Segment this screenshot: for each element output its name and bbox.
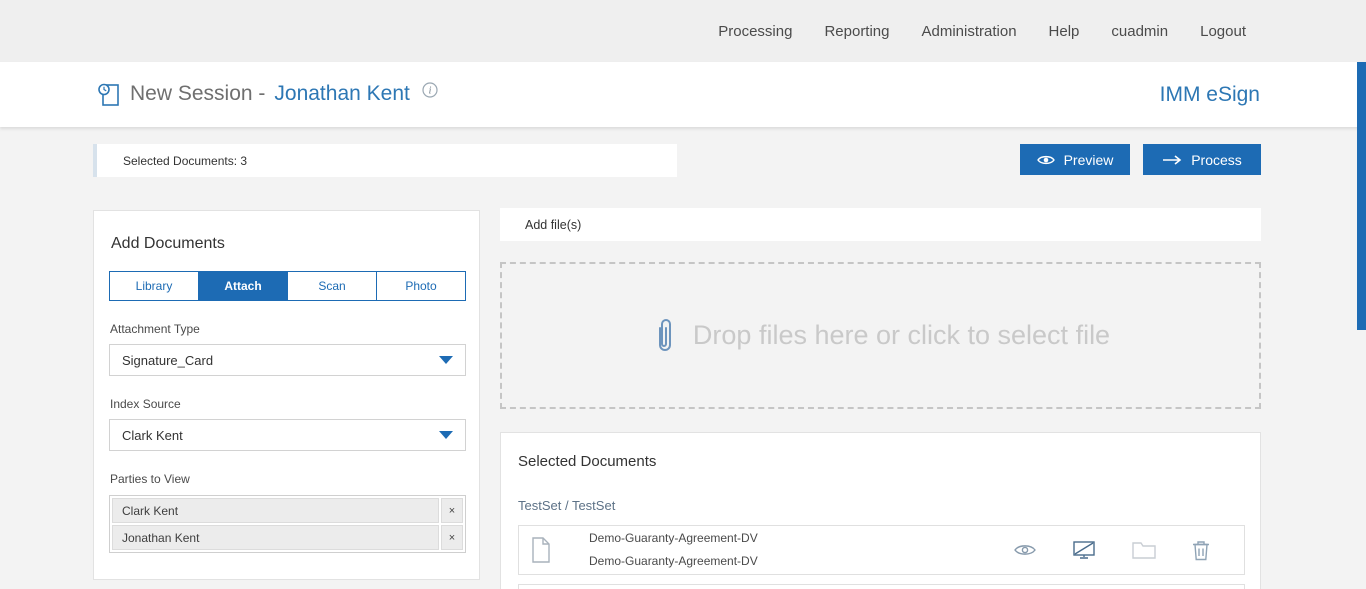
top-navigation: Processing Reporting Administration Help… (0, 0, 1366, 62)
process-button[interactable]: Process (1143, 144, 1261, 175)
party-name: Jonathan Kent (112, 525, 439, 550)
esign-app: Processing Reporting Administration Help… (0, 0, 1366, 589)
attachment-type-label: Attachment Type (110, 322, 200, 336)
document-icon (531, 537, 551, 563)
party-name: Clark Kent (112, 498, 439, 523)
trash-icon (1192, 539, 1210, 561)
document-actions (1014, 539, 1210, 561)
document-name: Demo-Guaranty-Agreement-DV Demo-Guaranty… (589, 527, 758, 573)
send-to-device-button[interactable] (1072, 540, 1096, 560)
nav-item-processing[interactable]: Processing (718, 23, 792, 40)
selected-count-label: Selected Documents: 3 (123, 154, 247, 168)
nav-item-reporting[interactable]: Reporting (824, 23, 889, 40)
selected-documents-title: Selected Documents (518, 453, 656, 470)
add-documents-tabs: Library Attach Scan Photo (109, 271, 466, 301)
view-document-button[interactable] (1014, 543, 1036, 557)
process-button-label: Process (1191, 152, 1242, 168)
index-source-value: Clark Kent (122, 428, 183, 443)
chevron-down-icon (439, 431, 453, 439)
eye-icon (1037, 154, 1055, 166)
tab-attach[interactable]: Attach (199, 272, 288, 300)
eye-icon (1014, 543, 1036, 557)
delete-document-button[interactable] (1192, 539, 1210, 561)
add-documents-panel: Add Documents Library Attach Scan Photo … (93, 210, 480, 580)
document-name-line1: Demo-Guaranty-Agreement-DV (589, 527, 758, 550)
document-group-label: TestSet / TestSet (518, 498, 615, 513)
index-source-label: Index Source (110, 397, 181, 411)
page-header: New Session - Jonathan Kent i IMM eSign (0, 62, 1366, 127)
add-documents-title: Add Documents (111, 235, 225, 253)
add-files-header: Add file(s) (500, 208, 1261, 241)
brand-logo: IMM eSign (1160, 83, 1260, 107)
attachment-type-select[interactable]: Signature_Card (109, 344, 466, 376)
nav-item-logout[interactable]: Logout (1200, 23, 1246, 40)
add-files-label: Add file(s) (525, 218, 581, 232)
tab-photo[interactable]: Photo (377, 272, 465, 300)
info-icon[interactable]: i (422, 82, 438, 98)
folder-icon (1132, 541, 1156, 559)
document-name-line2: Demo-Guaranty-Agreement-DV (589, 550, 758, 573)
nav-item-administration[interactable]: Administration (922, 23, 1017, 40)
list-item: Clark Kent × (112, 498, 463, 523)
table-row (518, 584, 1245, 589)
list-item: Jonathan Kent × (112, 525, 463, 550)
monitor-slash-icon (1072, 540, 1096, 560)
file-dropzone[interactable]: Drop files here or click to select file (500, 262, 1261, 409)
table-row: Demo-Guaranty-Agreement-DV Demo-Guaranty… (518, 525, 1245, 575)
tab-library[interactable]: Library (110, 272, 199, 300)
dropzone-text: Drop files here or click to select file (693, 320, 1110, 351)
nav-item-cuadmin[interactable]: cuadmin (1111, 23, 1168, 40)
new-session-icon (97, 82, 121, 108)
remove-party-button[interactable]: × (441, 525, 463, 550)
session-name: Jonathan Kent (274, 82, 409, 106)
parties-to-view-list: Clark Kent × Jonathan Kent × (109, 495, 466, 553)
arrow-right-icon (1162, 154, 1182, 166)
attachment-type-value: Signature_Card (122, 353, 213, 368)
remove-party-button[interactable]: × (441, 498, 463, 523)
scrollbar-thumb[interactable] (1357, 62, 1366, 330)
preview-button[interactable]: Preview (1020, 144, 1130, 175)
page-title: New Session - Jonathan Kent i (97, 82, 438, 108)
svg-text:i: i (428, 85, 431, 96)
tab-scan[interactable]: Scan (288, 272, 377, 300)
move-document-button[interactable] (1132, 541, 1156, 559)
paperclip-icon (651, 315, 677, 357)
nav-item-help[interactable]: Help (1049, 23, 1080, 40)
preview-button-label: Preview (1064, 152, 1114, 168)
index-source-select[interactable]: Clark Kent (109, 419, 466, 451)
title-prefix: New Session - (130, 82, 265, 106)
selected-documents-panel: Selected Documents TestSet / TestSet Dem… (500, 432, 1261, 589)
selected-documents-status: Selected Documents: 3 (93, 144, 677, 177)
chevron-down-icon (439, 356, 453, 364)
parties-to-view-label: Parties to View (110, 472, 190, 486)
